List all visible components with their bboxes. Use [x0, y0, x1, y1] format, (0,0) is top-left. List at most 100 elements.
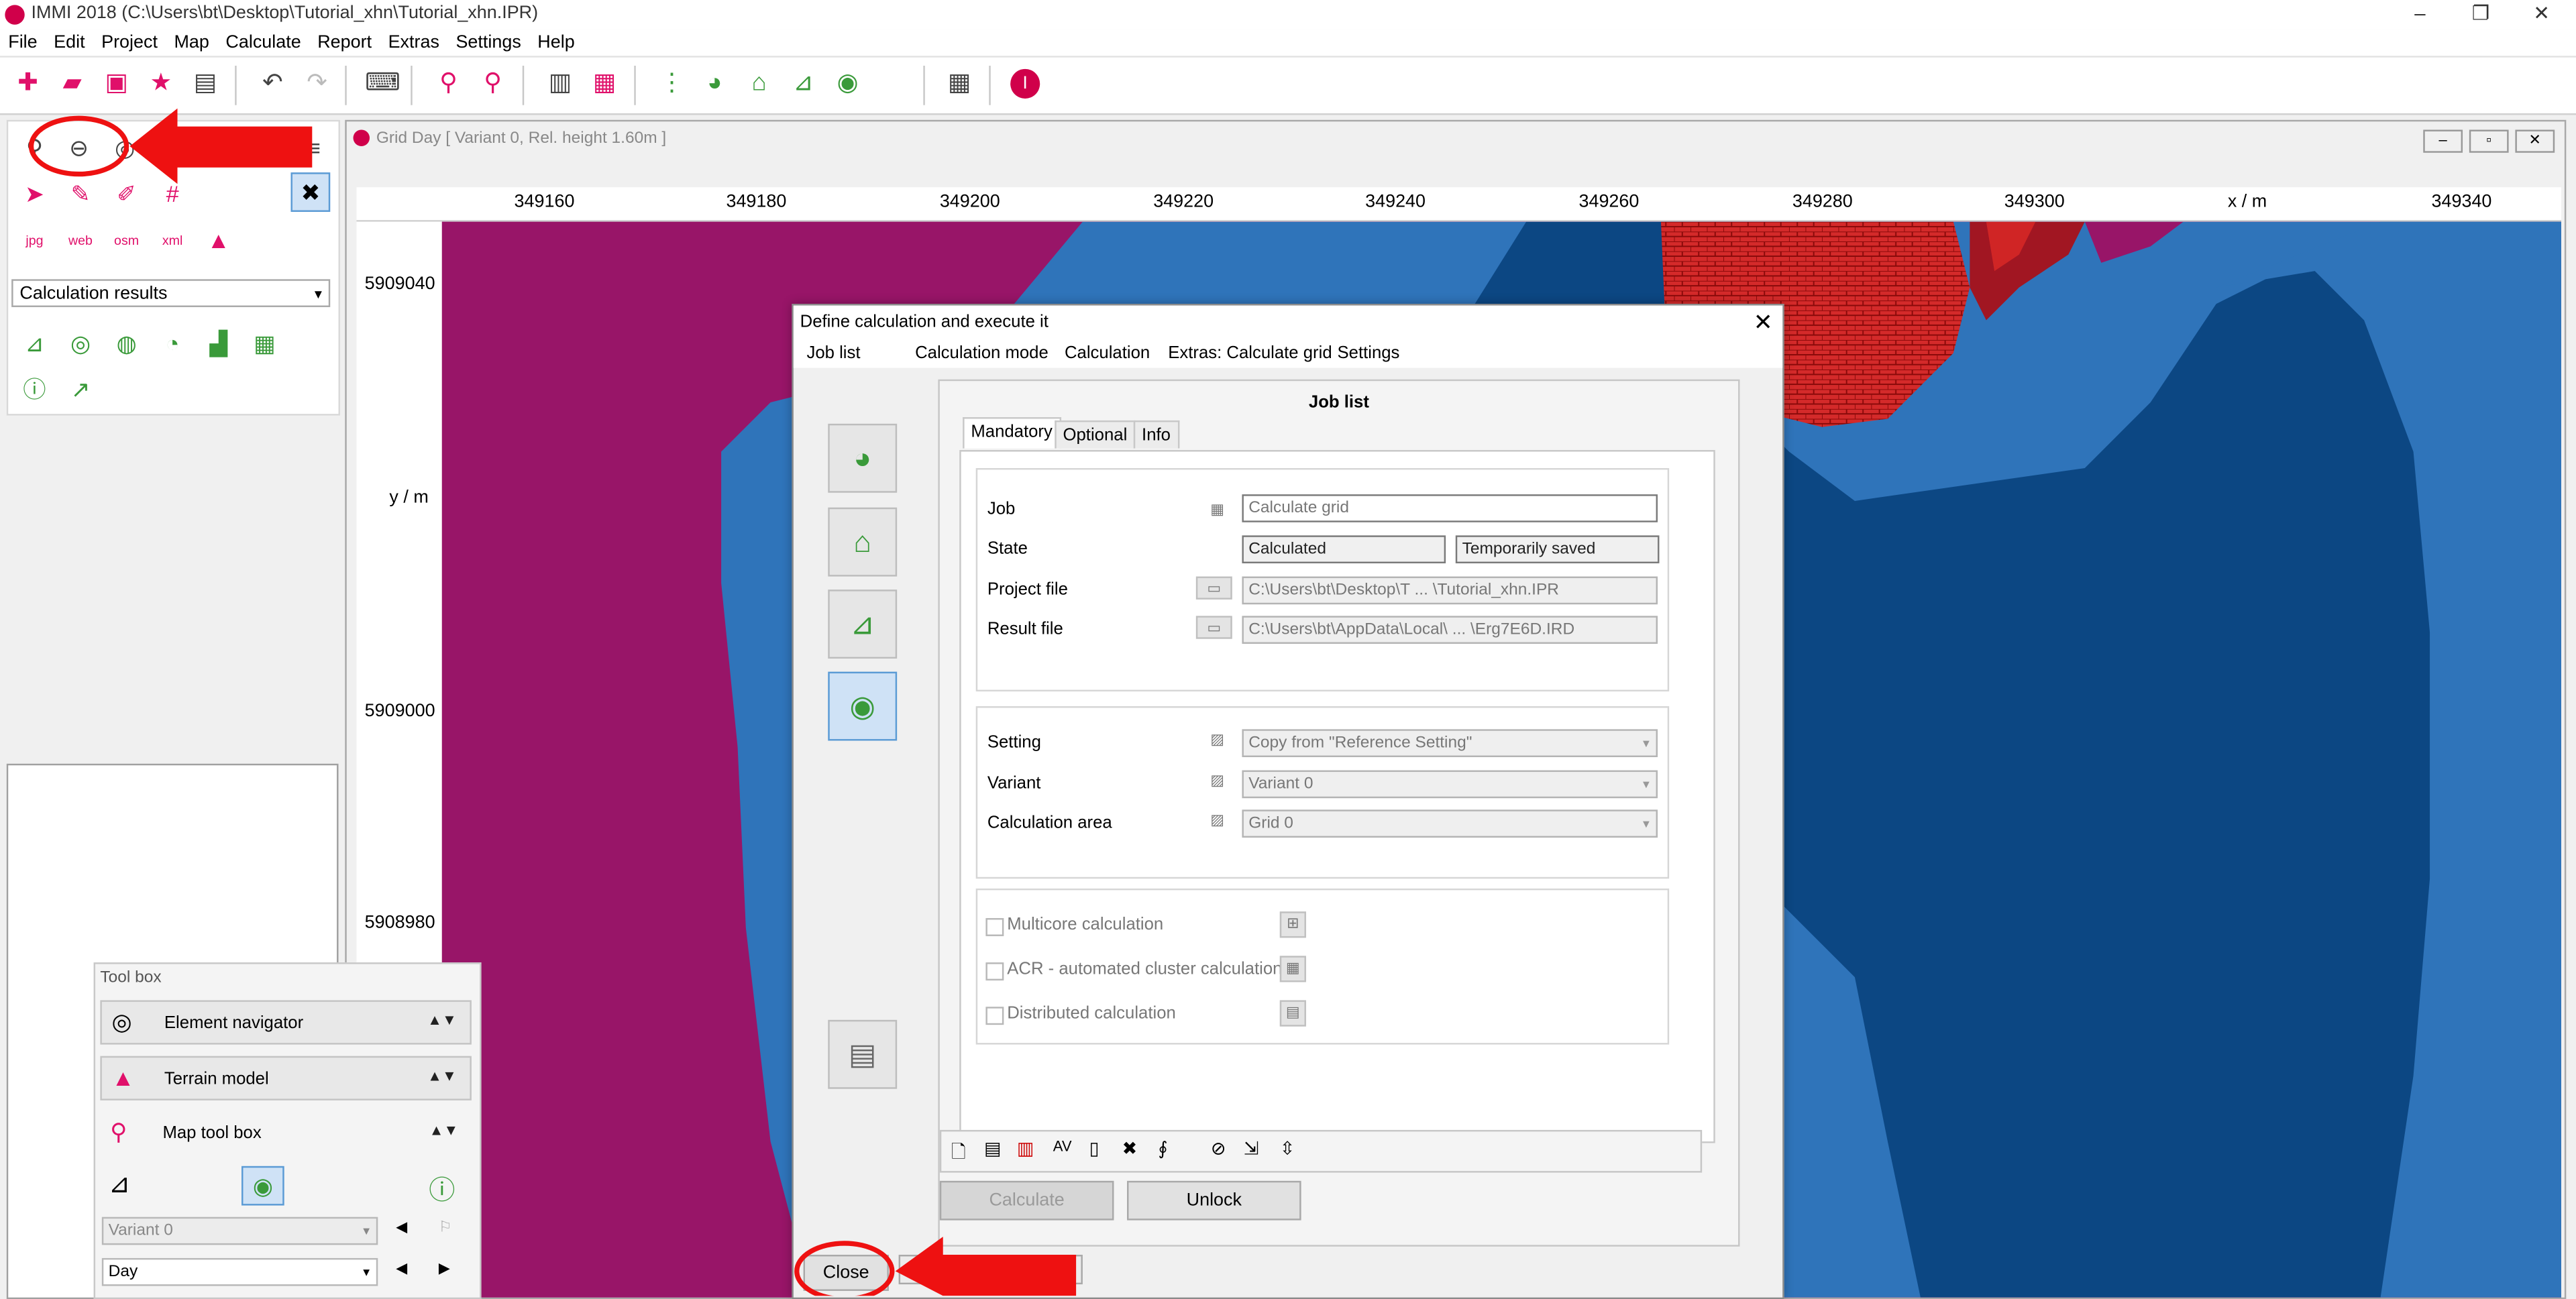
dialog-menu-calculation[interactable]: Calculation [1065, 343, 1150, 363]
redo-icon[interactable]: ↷ [299, 66, 335, 102]
dialog-close-icon[interactable]: ✕ [1754, 308, 1773, 337]
map-pin-edit-icon[interactable]: ⚲ [475, 66, 511, 102]
dialog-menu-calculation-mode[interactable]: Calculation mode [915, 343, 1049, 363]
menu-help[interactable]: Help [529, 30, 583, 56]
menu-settings[interactable]: Settings [447, 30, 529, 56]
tools-icon[interactable]: ✖ [290, 172, 331, 212]
job-list-edit-button[interactable]: ▤ [828, 1019, 898, 1089]
folder-open-icon[interactable]: ▭ [1195, 576, 1232, 600]
copy-job-icon[interactable]: ▤ [984, 1138, 1001, 1160]
period-select[interactable]: Day ▾ [101, 1257, 378, 1286]
terrain-icon[interactable]: ▲ [201, 222, 237, 258]
terrain-model-item[interactable]: ▲ Terrain model ▲▼ [100, 1056, 472, 1100]
variant-select[interactable]: Variant 0 ▾ [101, 1217, 378, 1245]
previous-period-icon[interactable]: ◀ [396, 1259, 407, 1278]
menu-file[interactable]: File [0, 30, 46, 56]
quadrant-icon[interactable]: ◕ [696, 66, 733, 102]
section-icon[interactable]: ⊿ [786, 66, 822, 102]
flag-icon[interactable]: ⚐ [439, 1219, 452, 1237]
map-maximize-button[interactable]: ▫ [2469, 129, 2509, 153]
distributed-settings-icon[interactable]: ▤ [1279, 1000, 1306, 1027]
script-icon[interactable]: ∮ [1159, 1138, 1168, 1160]
mode-section-button[interactable]: ⊿ [828, 589, 898, 659]
multicore-settings-icon[interactable]: ⊞ [1279, 911, 1306, 938]
result-chart-icon[interactable]: ▟ [201, 325, 237, 361]
graph-icon[interactable]: ↗ [62, 371, 99, 407]
xml-map-icon[interactable]: xml [154, 222, 191, 258]
immi-logo-icon[interactable]: I [1007, 66, 1043, 102]
book-icon[interactable]: ▥ [542, 66, 578, 102]
mode-quadrant-button[interactable]: ◕ [828, 423, 898, 493]
osm-map-icon[interactable]: osm [109, 222, 145, 258]
expand-collapse-icon[interactable]: ▲▼ [427, 1012, 457, 1028]
measure-icon[interactable]: ✐ [109, 176, 145, 212]
acr-settings-icon[interactable]: ▦ [1279, 956, 1306, 982]
map-tool-box-item[interactable]: ⚲ Map tool box ▲▼ [100, 1111, 472, 1157]
web-map-icon[interactable]: web [62, 222, 99, 258]
menu-project[interactable]: Project [93, 30, 166, 56]
menu-map[interactable]: Map [166, 30, 217, 56]
expand-collapse-icon[interactable]: ▲▼ [429, 1122, 459, 1138]
attach-icon[interactable]: ⊘ [1211, 1138, 1226, 1160]
menu-extras[interactable]: Extras [380, 30, 447, 56]
jpg-map-icon[interactable]: jpg [16, 222, 52, 258]
pencil-icon[interactable]: ✎ [62, 176, 99, 212]
map-close-button[interactable]: ✕ [2515, 129, 2555, 153]
close-button[interactable]: Close [803, 1255, 889, 1291]
info-icon[interactable]: ⓘ [16, 371, 52, 407]
calculation-area-select[interactable]: Grid 0 ▾ [1242, 809, 1658, 838]
mode-house-button[interactable]: ⌂ [828, 507, 898, 577]
layer-dropdown[interactable]: Calculation results ▾ [11, 279, 331, 307]
distributed-checkbox[interactable] [985, 1007, 1004, 1025]
open-project-icon[interactable]: ▰ [54, 66, 91, 102]
av-icon[interactable]: AV [1053, 1138, 1072, 1154]
restore-button[interactable]: ❐ [2451, 0, 2510, 30]
sliders-icon[interactable]: ⋮ [654, 66, 690, 102]
pointer-terrain-icon[interactable]: ⊿ [109, 1168, 131, 1200]
result-grid-icon[interactable]: ▦ [246, 325, 282, 361]
menu-edit[interactable]: Edit [46, 30, 93, 56]
mode-grid-button[interactable]: ◉ [828, 671, 898, 741]
result-cycle-icon[interactable]: ◎ [62, 325, 99, 361]
grid-target-icon[interactable]: ◉ [241, 1166, 284, 1206]
close-window-button[interactable]: ✕ [2512, 0, 2571, 30]
info-icon[interactable]: ⓘ [429, 1168, 455, 1207]
variant-select[interactable]: Variant 0 ▾ [1242, 770, 1658, 799]
setting-edit-icon[interactable]: ▨ [1206, 729, 1229, 752]
grid-pattern-icon[interactable]: # [154, 176, 191, 212]
tab-mandatory[interactable]: Mandatory [963, 417, 1061, 449]
calculator-icon[interactable]: ▦ [941, 66, 977, 102]
map-pin-icon[interactable]: ⚲ [431, 66, 467, 102]
list-icon[interactable]: ≡ [296, 129, 332, 166]
pan-icon[interactable]: ◎ [107, 129, 143, 166]
new-job-icon[interactable]: 🗋 [951, 1138, 966, 1170]
secondary-button[interactable] [898, 1255, 1083, 1285]
element-navigator-item[interactable]: ◎ Element navigator ▲▼ [100, 1000, 472, 1045]
minimize-button[interactable]: – [2390, 0, 2449, 30]
keyboard-icon[interactable]: ⌨ [365, 66, 401, 102]
acr-checkbox[interactable] [985, 962, 1004, 981]
setting-select[interactable]: Copy from "Reference Setting" ▾ [1242, 729, 1658, 757]
tools-icon[interactable]: ✖ [1122, 1138, 1138, 1160]
calculation-area-edit-icon[interactable]: ▨ [1206, 809, 1229, 832]
dialog-menu-job-list[interactable]: Job list [806, 343, 860, 363]
unlock-button[interactable]: Unlock [1127, 1180, 1301, 1221]
calculator-icon[interactable]: ▯ [1089, 1138, 1099, 1160]
house-icon[interactable]: ⌂ [741, 66, 777, 102]
save-icon[interactable]: ▣ [99, 66, 135, 102]
expand-collapse-icon[interactable]: ▲▼ [427, 1068, 457, 1084]
multicore-checkbox[interactable] [985, 917, 1004, 936]
result-pipette-icon[interactable]: ◍ [109, 325, 145, 361]
zoom-in-icon[interactable]: ⚲ [16, 129, 52, 166]
table-icon[interactable]: ▦ [586, 66, 623, 102]
dialog-menu-extras[interactable]: Extras: Calculate grid [1168, 343, 1332, 363]
folder-open-icon[interactable]: ▭ [1195, 616, 1232, 639]
job-input[interactable]: Calculate grid [1242, 494, 1658, 522]
previous-icon[interactable]: ◀ [396, 1219, 407, 1237]
tab-info[interactable]: Info [1133, 420, 1179, 449]
paste-job-icon[interactable]: ▥ [1017, 1138, 1034, 1160]
export-all-icon[interactable]: ⇳ [1280, 1138, 1295, 1160]
calculate-button[interactable]: Calculate [939, 1180, 1114, 1221]
export-icon[interactable]: ⇲ [1244, 1138, 1259, 1160]
next-period-icon[interactable]: ▶ [439, 1259, 450, 1278]
